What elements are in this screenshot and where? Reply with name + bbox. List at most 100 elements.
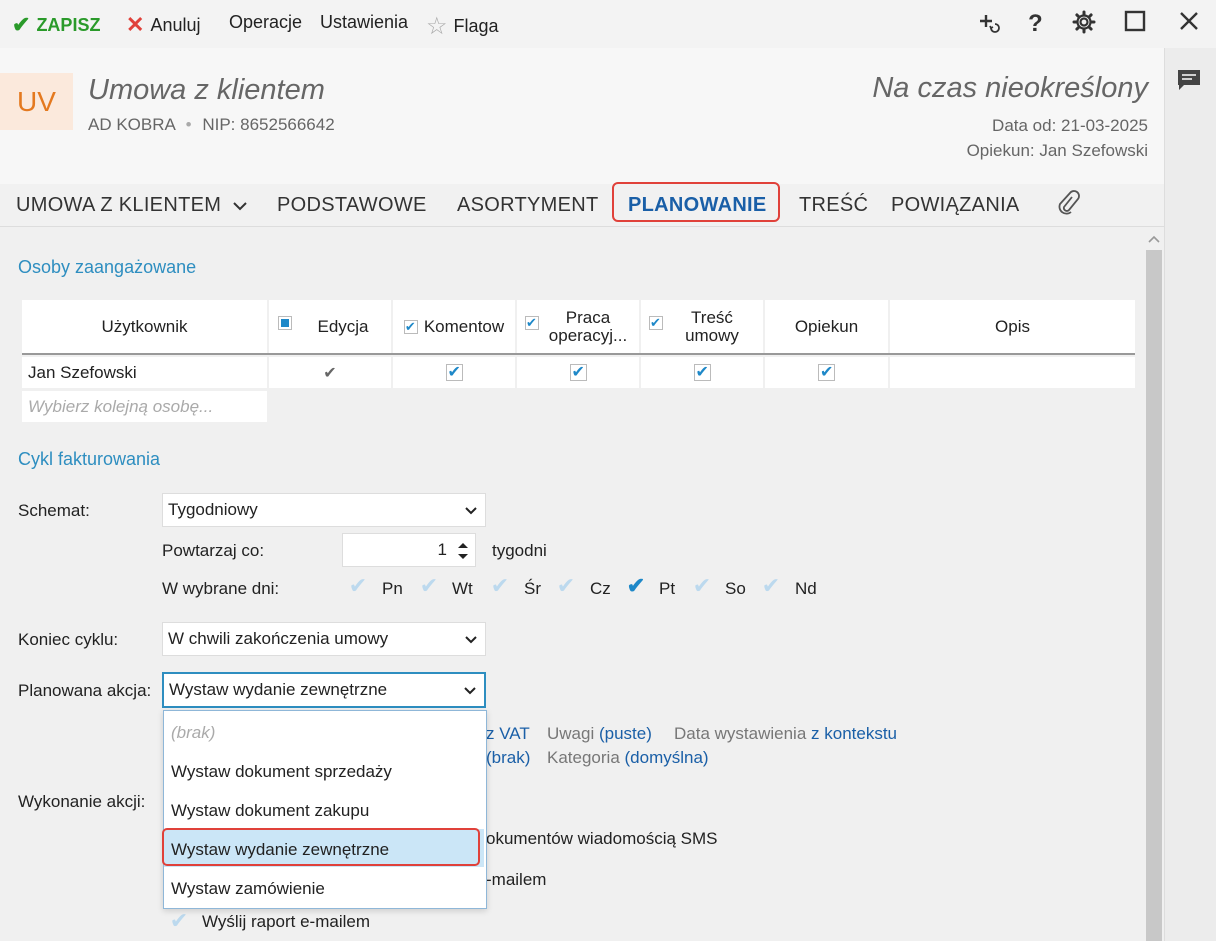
day-label-sr: Śr [524,579,541,598]
col-header-comment[interactable]: ✔ Komentow [393,300,515,353]
work-checkbox[interactable]: ✔ [517,357,639,388]
tab-podstawowe[interactable]: PODSTAWOWE [277,194,427,217]
col-header-content[interactable]: ✔ Treść umowy [641,300,763,353]
content-header-checkbox[interactable]: ✔ [649,316,663,330]
scrollbar[interactable] [1146,250,1162,941]
col-header-user[interactable]: Użytkownik [22,300,267,353]
day-checkbox-pn[interactable]: ✔ [342,570,374,602]
tab-planowanie[interactable]: PLANOWANIE [628,194,767,217]
repeat-unit: tygodni [492,541,547,560]
day-checkbox-nd[interactable]: ✔ [755,570,787,602]
day-label-so: So [725,579,746,598]
edit-check-icon: ✔ [269,357,391,388]
day-label-pt: Pt [659,579,676,598]
report-email-checkbox[interactable]: ✔ [163,905,195,937]
day-label-pn: Pn [382,579,403,598]
scroll-up-arrow[interactable] [1146,232,1162,250]
table-row-user[interactable]: Jan Szefowski [22,357,267,388]
planned-action-label: Planowana akcja: [18,681,152,700]
day-label-wt: Wt [452,579,473,598]
day-checkbox-cz[interactable]: ✔ [550,570,582,602]
tab-asortyment[interactable]: ASORTYMENT [457,194,599,217]
operations-menu[interactable]: Operacje [229,12,302,33]
col-header-description[interactable]: Opis [890,300,1135,353]
option-none[interactable]: (brak) [171,723,215,743]
maximize-icon[interactable] [1124,10,1146,39]
description-cell[interactable] [890,357,1135,388]
section-title-people: Osoby zaangażowane [18,257,197,277]
option-highlight-frame [162,828,480,866]
guardian-info: Opiekun: Jan Szefowski [966,141,1148,160]
chevron-down-icon [464,682,476,698]
vat-link[interactable]: z VAT [486,724,530,744]
day-checkbox-pt[interactable]: ✔ [620,570,652,602]
section-title-billing: Cykl fakturowania [18,449,161,469]
notes-field[interactable]: Uwagi (puste) [547,724,652,744]
brak-link[interactable]: (brak) [486,748,530,768]
day-checkbox-wt[interactable]: ✔ [413,570,445,602]
comment-checkbox[interactable]: ✔ [393,357,515,388]
tab-tresc[interactable]: TREŚĆ [799,194,868,217]
cancel-button[interactable]: ✕ Anuluj [126,12,200,38]
date-from: Data od: 21-03-2025 [992,116,1148,135]
day-label-nd: Nd [795,579,817,598]
issue-date-field[interactable]: Data wystawienia z kontekstu [674,724,897,744]
option-sales-document[interactable]: Wystaw dokument sprzedaży [171,762,392,782]
chevron-down-icon [465,631,477,647]
planned-action-dropdown: (brak) Wystaw dokument sprzedaży Wystaw … [162,710,487,909]
category-field[interactable]: Kategoria (domyślna) [547,748,709,768]
edit-header-checkbox[interactable] [278,316,292,330]
add-person-input[interactable]: Wybierz kolejną osobę... [22,391,267,422]
scheme-select[interactable]: Tygodniowy [162,493,486,527]
planned-action-select[interactable]: Wystaw wydanie zewnętrzne [162,672,486,708]
flag-button[interactable]: ☆ Flaga [426,12,499,41]
guardian-checkbox[interactable]: ✔ [765,357,888,388]
check-icon: ✔ [12,12,31,37]
tab-umowa-z-klientem[interactable]: UMOWA Z KLIENTEM [16,194,247,217]
tab-powiazania[interactable]: POWIĄZANIA [891,194,1020,217]
save-button[interactable]: ✔ ZAPISZ [12,12,100,38]
right-rail [1164,48,1216,941]
comment-header-checkbox[interactable]: ✔ [403,319,418,334]
chevron-down-icon [465,502,477,518]
col-header-edit[interactable]: Edycja [269,300,391,353]
close-window-icon[interactable] [1178,10,1200,39]
sms-option-label: okumentów wiadomością SMS [486,829,718,848]
help-icon[interactable]: ? [1028,10,1043,38]
document-header: UV Umowa z klientem AD KOBRA • NIP: 8652… [0,48,1164,184]
repeat-label: Powtarzaj co: [162,541,265,560]
col-header-guardian[interactable]: Opiekun [765,300,888,353]
add-note-icon[interactable] [976,10,1002,43]
document-logo: UV [0,73,73,130]
comment-icon[interactable] [1176,68,1202,97]
grid-header-divider [22,353,1135,355]
cycle-end-label: Koniec cyklu: [18,630,119,649]
scheme-label: Schemat: [18,501,90,520]
tab-bar: UMOWA Z KLIENTEM PODSTAWOWE ASORTYMENT P… [0,182,1164,227]
stepper-arrows-icon[interactable] [457,540,469,567]
gear-icon[interactable] [1072,10,1096,41]
close-x-icon: ✕ [126,12,145,37]
execution-label: Wykonanie akcji: [18,792,146,811]
repeat-stepper[interactable]: 1 [342,533,476,567]
cycle-end-select[interactable]: W chwili zakończenia umowy [162,622,486,656]
days-label: W wybrane dni: [162,579,280,598]
option-order[interactable]: Wystaw zamówienie [171,879,325,899]
day-checkbox-so[interactable]: ✔ [686,570,718,602]
top-toolbar: ✔ ZAPISZ ✕ Anuluj Operacje Ustawienia ☆ … [0,0,1216,48]
day-label-cz: Cz [590,579,611,598]
settings-menu[interactable]: Ustawienia [320,12,408,33]
content-checkbox[interactable]: ✔ [641,357,763,388]
chevron-down-icon [233,194,247,216]
day-checkbox-sr[interactable]: ✔ [484,570,516,602]
document-title: Umowa z klientem [88,74,325,106]
work-header-checkbox[interactable]: ✔ [525,316,539,330]
col-header-work[interactable]: ✔ Praca operacyj... [517,300,639,353]
star-icon: ☆ [426,13,448,40]
paperclip-icon[interactable] [1056,190,1080,224]
contract-status: Na czas nieokreślony [872,72,1148,104]
report-email-label: Wyślij raport e-mailem [202,912,370,931]
document-subtitle: AD KOBRA • NIP: 8652566642 [88,115,335,134]
email-option-label: -mailem [486,870,547,889]
option-purchase-document[interactable]: Wystaw dokument zakupu [171,801,369,821]
